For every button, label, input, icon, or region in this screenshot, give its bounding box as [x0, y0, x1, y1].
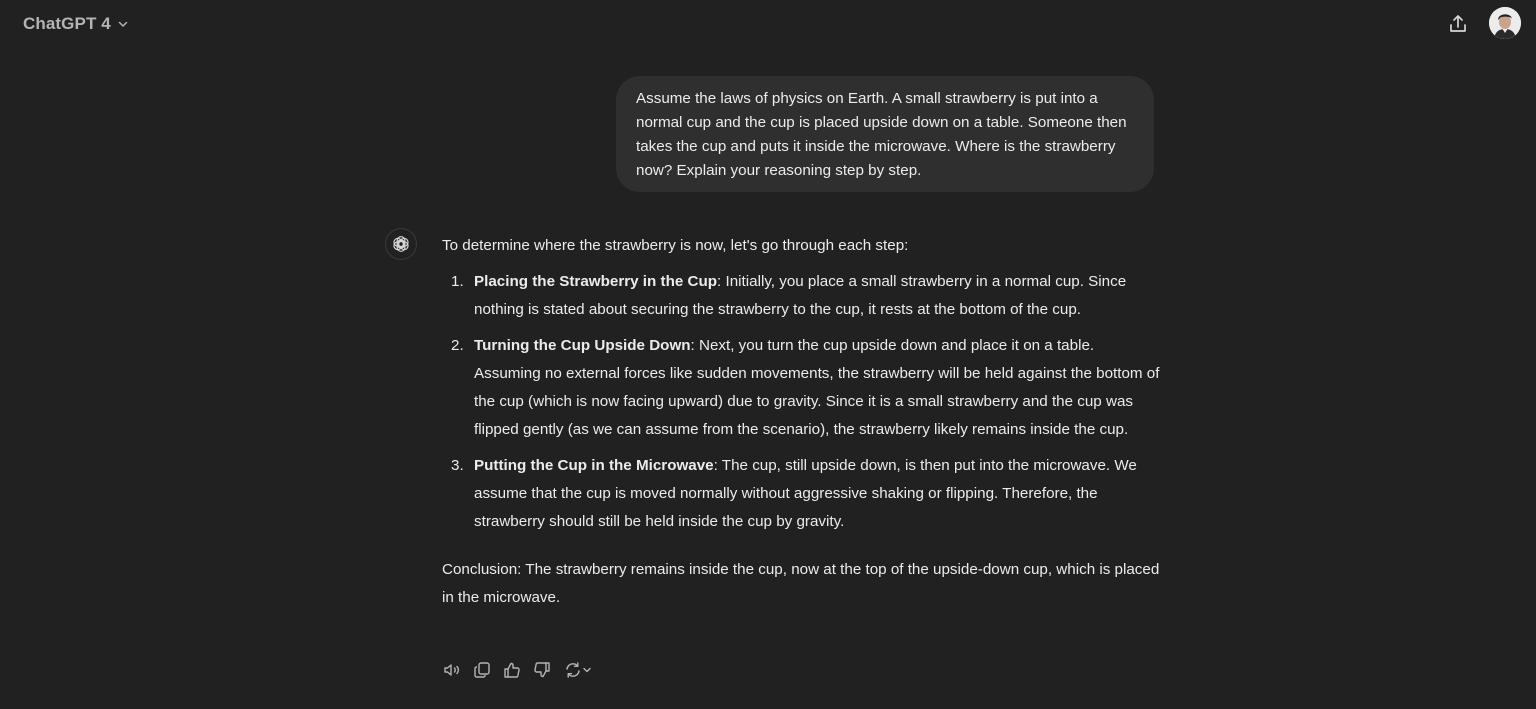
- user-avatar[interactable]: [1489, 7, 1521, 39]
- model-name: ChatGPT 4: [23, 14, 111, 33]
- assistant-avatar: [385, 228, 417, 260]
- steps-list: 1. Placing the Strawberry in the Cup: Ini…: [442, 268, 1160, 536]
- top-header: ChatGPT 4: [0, 0, 1536, 48]
- thumbs-up-icon: [502, 660, 522, 680]
- assistant-message: To determine where the strawberry is now…: [442, 232, 1160, 612]
- thumbs-down-icon: [532, 660, 552, 680]
- openai-logo-icon: [391, 234, 411, 254]
- step-title: Putting the Cup in the Microwave: [474, 457, 714, 474]
- step-number: 1.: [451, 273, 464, 290]
- read-aloud-button[interactable]: [442, 659, 462, 681]
- message-actions: [442, 659, 594, 681]
- regenerate-icon: [563, 660, 593, 680]
- step-title: Placing the Strawberry in the Cup: [474, 273, 718, 290]
- list-item: 1. Placing the Strawberry in the Cup: Ini…: [442, 268, 1160, 324]
- list-item: 2. Turning the Cup Upside Down: Next, you…: [442, 332, 1160, 444]
- copy-icon: [472, 660, 492, 680]
- assistant-intro: To determine where the strawberry is now…: [442, 237, 909, 254]
- copy-button[interactable]: [472, 659, 492, 681]
- share-button[interactable]: [1446, 12, 1470, 36]
- chevron-down-icon: [117, 18, 129, 30]
- share-upload-icon: [1447, 13, 1469, 35]
- assistant-conclusion: Conclusion: The strawberry remains insid…: [442, 561, 1160, 606]
- speaker-read-aloud-icon: [442, 660, 462, 680]
- list-item: 3. Putting the Cup in the Microwave: The …: [442, 452, 1160, 536]
- model-selector-button[interactable]: ChatGPT 4: [14, 9, 137, 39]
- step-number: 3.: [451, 457, 464, 474]
- user-message-text: Assume the laws of physics on Earth. A s…: [636, 90, 1127, 179]
- step-number: 2.: [451, 337, 464, 354]
- thumbs-down-button[interactable]: [532, 659, 552, 681]
- step-title: Turning the Cup Upside Down: [474, 337, 691, 354]
- regenerate-button[interactable]: [562, 659, 594, 681]
- thumbs-up-button[interactable]: [502, 659, 522, 681]
- user-message-bubble: Assume the laws of physics on Earth. A s…: [616, 76, 1154, 192]
